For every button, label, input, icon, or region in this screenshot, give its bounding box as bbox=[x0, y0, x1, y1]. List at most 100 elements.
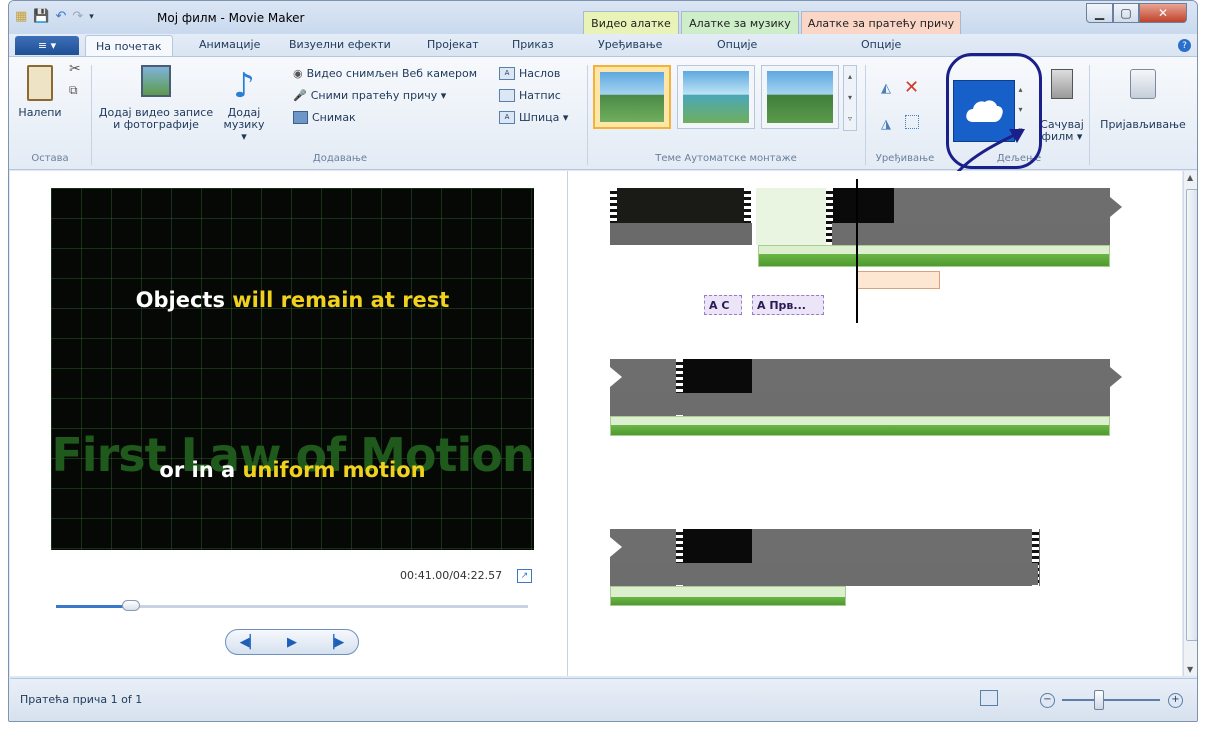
redo-icon[interactable]: ↷ bbox=[72, 9, 83, 24]
track-end-arrow-icon bbox=[1110, 367, 1122, 387]
preview-text-line-2: or in a uniform motion bbox=[159, 458, 426, 482]
maximize-button[interactable]: ▢ bbox=[1113, 3, 1139, 23]
autotheme-gallery: ▴ ▾ ▿ bbox=[593, 65, 857, 145]
preview-timecode: 00:41.00/04:22.57 bbox=[400, 569, 503, 582]
webcam-label: Видео снимљен Веб камером bbox=[306, 67, 478, 80]
seek-thumb[interactable] bbox=[122, 600, 140, 611]
webcam-video-button[interactable]: ◉ Видео снимљен Веб камером bbox=[293, 67, 477, 80]
window-title: Мој филм - Movie Maker bbox=[157, 11, 305, 25]
tab-music-options[interactable]: Опције bbox=[717, 38, 757, 51]
themes-group-label: Теме Аутоматске монтаже bbox=[655, 153, 797, 164]
cut-icon[interactable]: ✂ bbox=[69, 61, 81, 77]
tab-project[interactable]: Пројекат bbox=[427, 38, 479, 51]
clipboard-icon bbox=[27, 65, 53, 101]
record-narration-button[interactable]: 🎤 Сними пратећу причу ▾ bbox=[293, 89, 446, 102]
zoom-slider[interactable]: − + bbox=[1040, 690, 1183, 710]
copy-icon[interactable]: ⧉ bbox=[69, 83, 78, 98]
play-icon[interactable]: ▶ bbox=[287, 635, 297, 650]
add-music-button[interactable]: ♪ Додај музику ▾ bbox=[221, 65, 267, 143]
track-end-arrow-icon bbox=[1110, 197, 1122, 217]
tab-edit[interactable]: Уређивање bbox=[598, 38, 662, 51]
gallery-scroll[interactable]: ▴ ▾ ▿ bbox=[843, 65, 857, 131]
autotheme-2[interactable] bbox=[677, 65, 755, 129]
context-tab-music-tools: Алатке за музику bbox=[681, 11, 799, 34]
clipboard-group-label: Остава bbox=[31, 153, 69, 164]
zoom-in-icon[interactable]: + bbox=[1168, 693, 1183, 708]
film-photo-icon bbox=[141, 65, 171, 97]
paste-label: Налепи bbox=[18, 106, 62, 119]
narration-status-text: Пратећа прича 1 of 1 bbox=[20, 693, 143, 706]
quick-access-toolbar: ▦ 💾 ↶ ↷ ▾ bbox=[15, 9, 94, 24]
seek-bar[interactable] bbox=[56, 600, 528, 611]
music-track[interactable] bbox=[610, 586, 846, 606]
microphone-icon: 🎤 bbox=[293, 89, 307, 102]
tab-narration-options[interactable]: Опције bbox=[861, 38, 901, 51]
snapshot-icon bbox=[293, 111, 308, 124]
file-menu-button[interactable]: ≡ ▾ bbox=[15, 36, 79, 55]
caption-clip-1[interactable]: A C bbox=[704, 295, 742, 315]
next-frame-icon[interactable]: ▕▶ bbox=[324, 635, 344, 650]
zoom-out-icon[interactable]: − bbox=[1040, 693, 1055, 708]
autotheme-3[interactable] bbox=[761, 65, 839, 129]
zoom-thumb[interactable] bbox=[1094, 690, 1104, 710]
playback-controls: ◀▏ ▶ ▕▶ bbox=[225, 629, 359, 655]
tab-animations[interactable]: Анимације bbox=[199, 38, 260, 51]
audio-waveform bbox=[610, 393, 1110, 415]
select-all-icon[interactable] bbox=[905, 115, 919, 129]
title-bar: ▦ 💾 ↶ ↷ ▾ Мој филм - Movie Maker Видео а… bbox=[9, 1, 1197, 34]
video-preview[interactable]: Objects will remain at rest First Law of… bbox=[51, 188, 534, 550]
rotate-left-icon[interactable]: ◭ bbox=[881, 81, 891, 96]
close-button[interactable]: ✕ bbox=[1139, 3, 1187, 23]
sign-in-button[interactable]: Пријављивање bbox=[1097, 69, 1189, 131]
help-icon[interactable]: ? bbox=[1178, 39, 1191, 52]
video-clip[interactable] bbox=[610, 188, 750, 225]
caption-button[interactable]: Натпис bbox=[499, 89, 561, 102]
music-track[interactable] bbox=[758, 245, 1110, 267]
music-track[interactable] bbox=[610, 416, 1110, 436]
save-icon[interactable]: 💾 bbox=[33, 9, 49, 24]
record-narration-label: Сними пратећу причу ▾ bbox=[310, 89, 447, 102]
caption-icon bbox=[499, 89, 515, 102]
video-clip[interactable] bbox=[676, 359, 752, 396]
scroll-up-icon[interactable]: ▲ bbox=[1187, 173, 1193, 182]
remove-icon[interactable]: ✕ bbox=[904, 77, 919, 98]
storyboard-view-icon[interactable] bbox=[980, 690, 998, 706]
scroll-down-icon[interactable]: ▼ bbox=[1187, 665, 1193, 674]
minimize-button[interactable]: ▁ bbox=[1086, 3, 1113, 23]
context-tab-narration-tools: Алатке за пратећу причу bbox=[801, 11, 961, 34]
film-disk-icon bbox=[1051, 69, 1073, 99]
customize-qat-icon[interactable]: ▾ bbox=[89, 12, 94, 22]
credits-icon: A bbox=[499, 111, 515, 124]
previous-frame-icon[interactable]: ◀▏ bbox=[240, 635, 260, 650]
video-clip[interactable] bbox=[676, 529, 752, 566]
audio-waveform bbox=[610, 563, 1038, 585]
caption-clip-2[interactable]: A Прв... bbox=[752, 295, 824, 315]
credits-button[interactable]: A Шпица ▾ bbox=[499, 111, 568, 124]
user-icon bbox=[1130, 69, 1156, 99]
status-bar: Пратећа прича 1 of 1 − + bbox=[10, 678, 1197, 721]
tab-visual-effects[interactable]: Визуелни ефекти bbox=[289, 38, 391, 51]
preview-pane: Objects will remain at rest First Law of… bbox=[10, 171, 568, 676]
scroll-thumb[interactable] bbox=[1186, 189, 1197, 641]
snapshot-button[interactable]: Снимак bbox=[293, 111, 356, 124]
video-clip[interactable] bbox=[826, 188, 894, 225]
tab-home[interactable]: На почетак bbox=[85, 35, 173, 56]
add-videos-photos-button[interactable]: Додај видео записе и фотографије bbox=[95, 65, 217, 131]
seek-bar-fill bbox=[56, 605, 132, 608]
storyboard-timeline: A C A Прв... bbox=[568, 171, 1182, 676]
add-music-label-2: музику ▾ bbox=[223, 118, 265, 143]
credits-label: Шпица ▾ bbox=[519, 111, 569, 124]
sign-in-label: Пријављивање bbox=[1100, 118, 1186, 131]
timeline-scrollbar[interactable]: ▲ ▼ bbox=[1183, 171, 1197, 676]
snapshot-label: Снимак bbox=[312, 111, 356, 124]
fullscreen-icon[interactable]: ↗ bbox=[517, 569, 532, 583]
narration-clip[interactable] bbox=[856, 271, 940, 289]
paste-button[interactable]: Налепи bbox=[15, 65, 65, 119]
undo-icon[interactable]: ↶ bbox=[55, 9, 66, 24]
rotate-right-icon[interactable]: ◮ bbox=[881, 117, 891, 132]
playhead[interactable] bbox=[856, 179, 858, 323]
title-button[interactable]: A Наслов bbox=[499, 67, 560, 80]
tab-view[interactable]: Приказ bbox=[512, 38, 554, 51]
title-icon: A bbox=[499, 67, 515, 80]
autotheme-1[interactable] bbox=[593, 65, 671, 129]
